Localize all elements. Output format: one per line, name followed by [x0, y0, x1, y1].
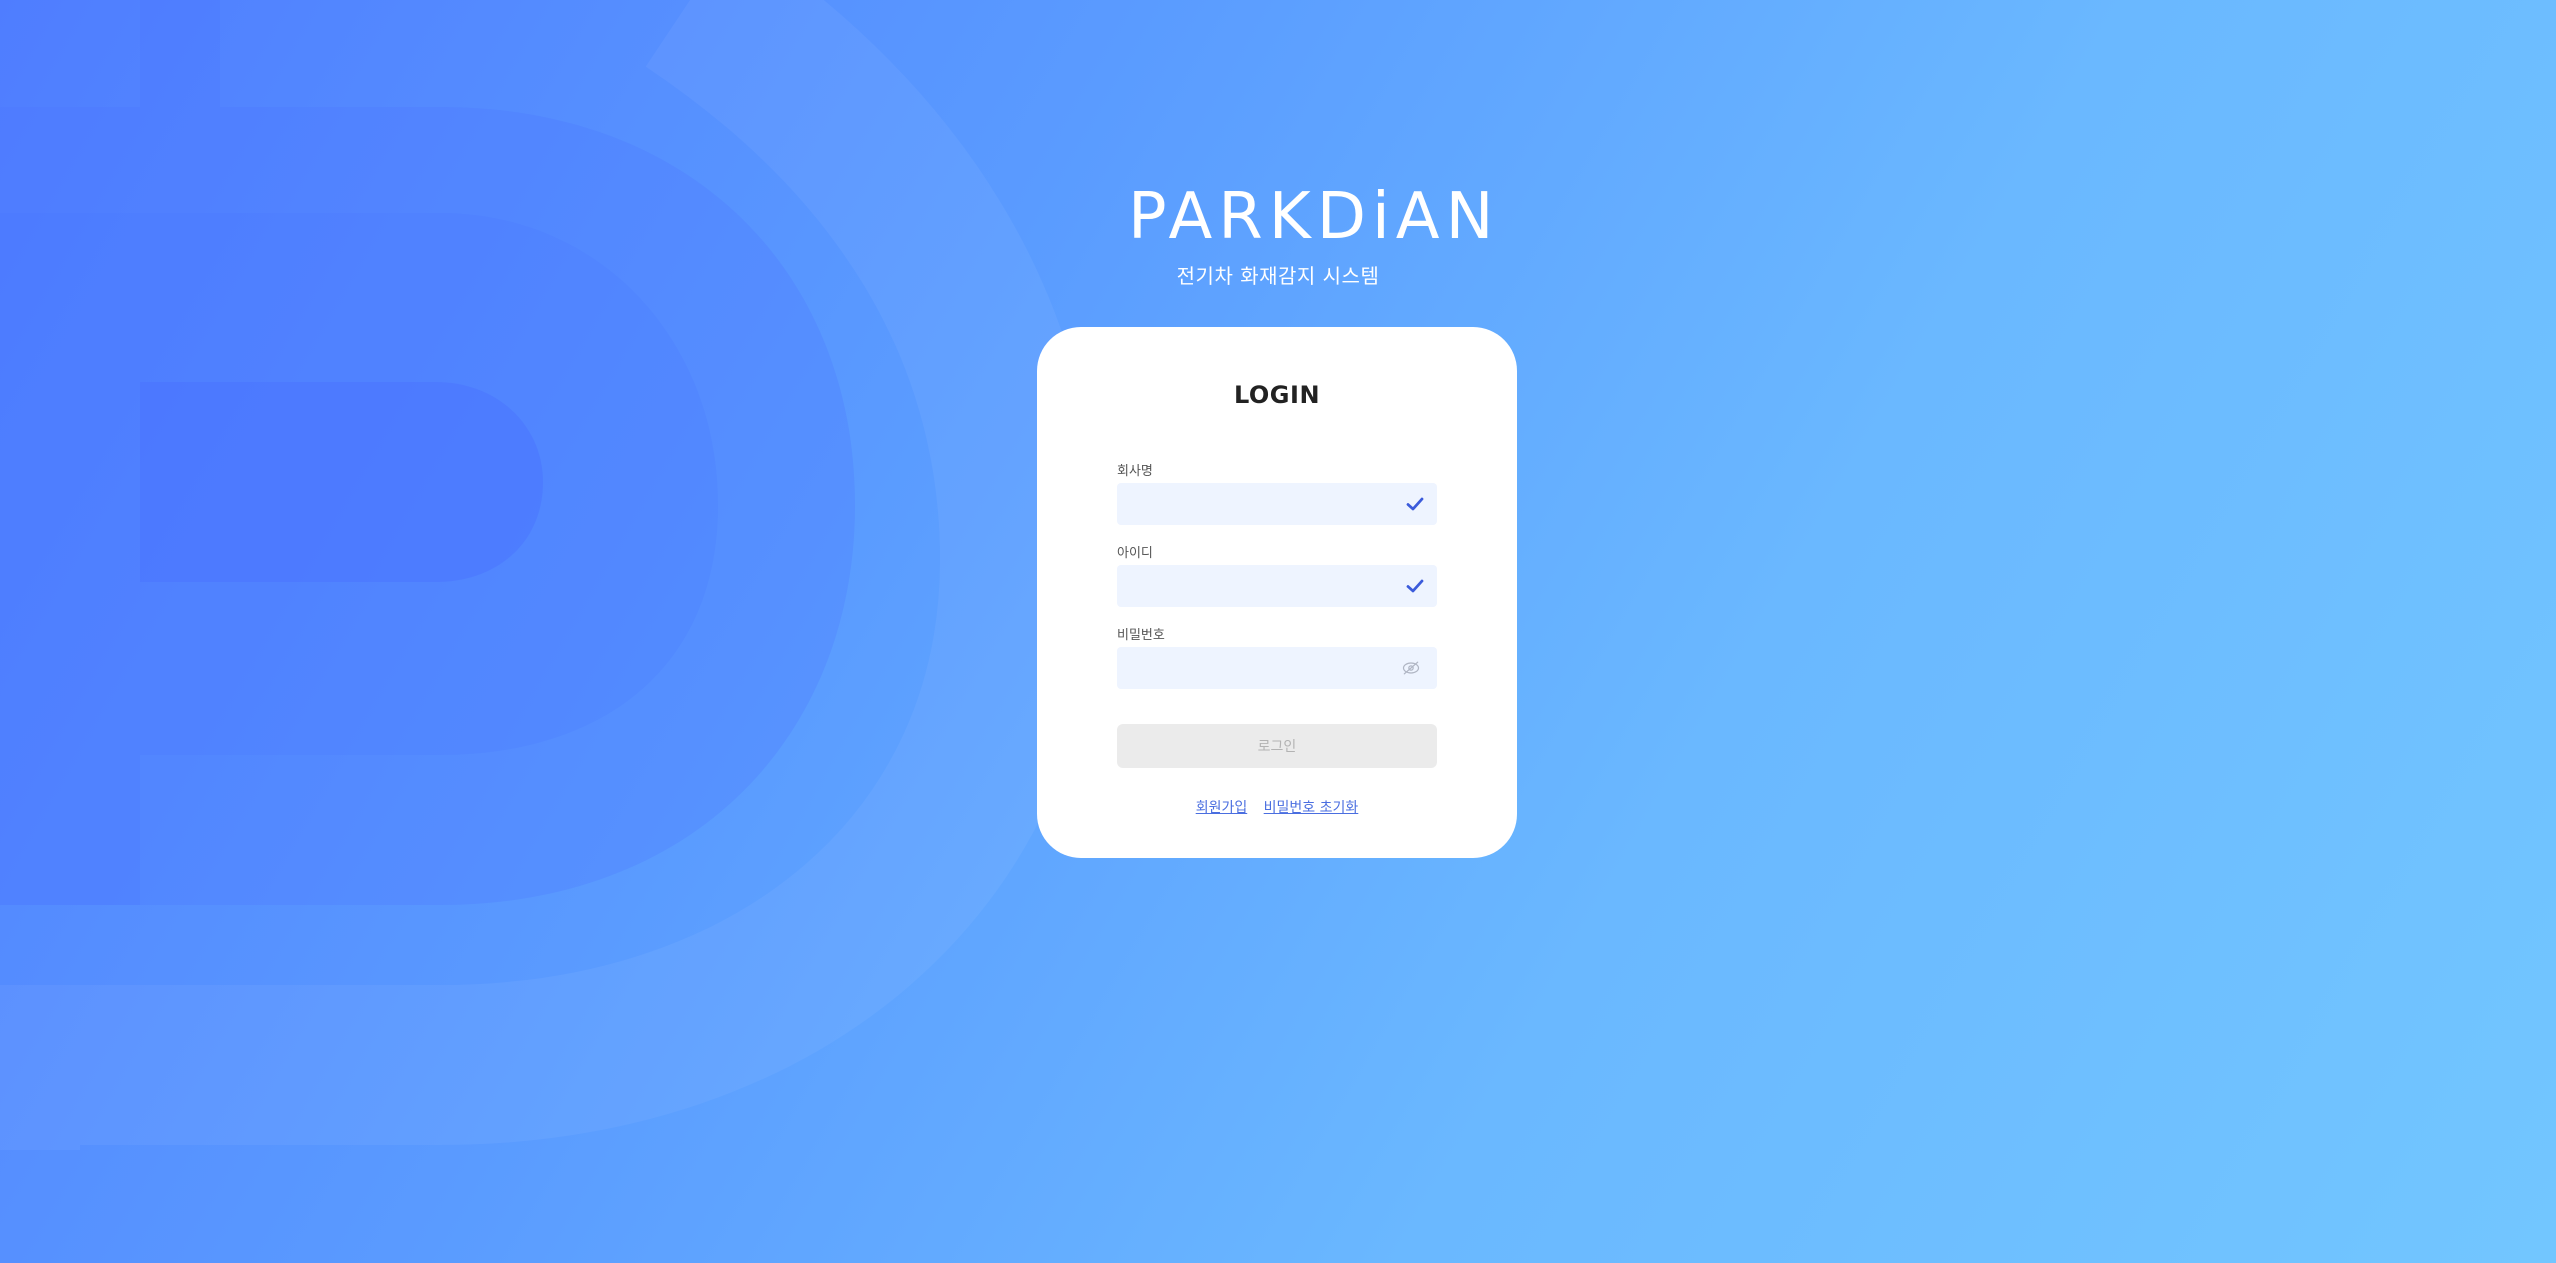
company-field-label: 회사명 — [1117, 464, 1153, 479]
password-field-label: 비밀번호 — [1117, 628, 1165, 643]
auth-links: 회원가입 비밀번호 초기화 — [1037, 797, 1517, 817]
check-icon — [1406, 497, 1424, 511]
brand-subtitle: 전기차 화재감지 시스템 — [1176, 264, 1380, 288]
reset-password-link[interactable]: 비밀번호 초기화 — [1264, 800, 1359, 816]
userid-input[interactable] — [1117, 565, 1387, 607]
brand-logo: PARKDiAN — [1128, 180, 1500, 254]
userid-field-label: 아이디 — [1117, 546, 1153, 561]
check-icon — [1406, 579, 1424, 593]
company-input[interactable] — [1117, 483, 1387, 525]
password-input[interactable] — [1117, 647, 1387, 689]
userid-field — [1117, 565, 1437, 607]
company-field — [1117, 483, 1437, 525]
password-field — [1117, 647, 1437, 689]
signup-link[interactable]: 회원가입 — [1196, 800, 1248, 816]
login-title: LOGIN — [1233, 381, 1321, 409]
eye-off-icon[interactable] — [1401, 658, 1421, 678]
login-button[interactable]: 로그인 — [1117, 724, 1437, 768]
login-card: LOGIN 회사명 아이디 비밀번호 로그인 회원가입 비밀번호 초기화 — [1037, 327, 1517, 858]
brand-header: PARKDiAN 전기차 화재감지 시스템 — [1128, 180, 1500, 289]
